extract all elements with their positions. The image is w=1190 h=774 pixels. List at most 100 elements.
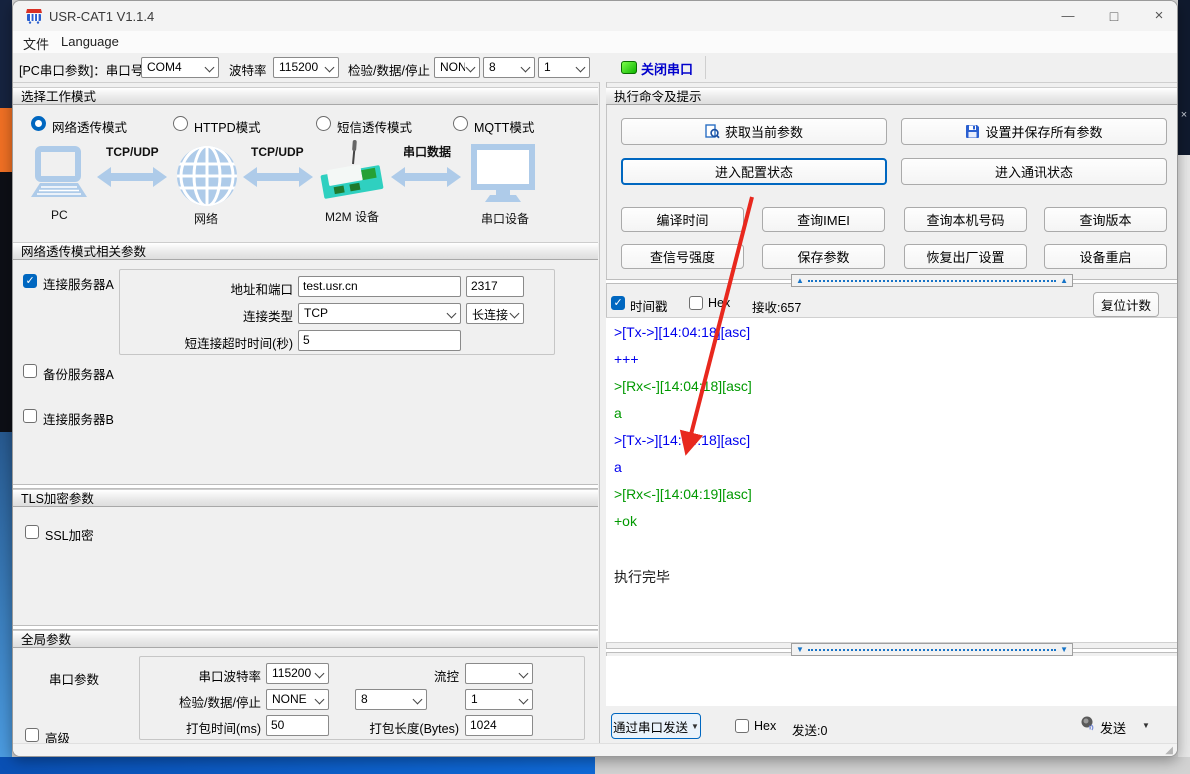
- radio-httpd[interactable]: [173, 116, 188, 131]
- radio-mqtt-label[interactable]: MQTT模式: [474, 117, 534, 136]
- collapse-up-icon[interactable]: ▲: [1060, 275, 1068, 286]
- collapse-down-icon[interactable]: ▼: [796, 644, 804, 655]
- databits-select[interactable]: 8: [483, 57, 535, 78]
- send-hex-label[interactable]: Hex: [754, 719, 776, 733]
- global-baud-label: 串口波特率: [163, 666, 261, 685]
- stopbits-select[interactable]: 1: [538, 57, 590, 78]
- port-input[interactable]: 2317: [466, 276, 524, 297]
- recv-count: 接收:657: [752, 297, 801, 316]
- radio-httpd-label[interactable]: HTTPD模式: [194, 117, 261, 136]
- global-parity-select[interactable]: NONE: [266, 689, 329, 710]
- reset-count-button[interactable]: 复位计数: [1093, 292, 1159, 317]
- server-b-label[interactable]: 连接服务器B: [43, 409, 114, 428]
- collapse-up-icon[interactable]: ▲: [796, 275, 804, 286]
- send-horn-icon: [1080, 715, 1096, 731]
- device-reboot-button[interactable]: 设备重启: [1044, 244, 1167, 269]
- log-hex-checkbox[interactable]: [689, 296, 703, 310]
- flow-label: 流控: [379, 666, 459, 685]
- com-port-select[interactable]: COM4: [141, 57, 219, 78]
- log-line: >[Tx->][14:04:18][asc]: [614, 324, 750, 340]
- radio-net-transparent-label[interactable]: 网络透传模式: [52, 117, 127, 136]
- addr-input[interactable]: test.usr.cn: [298, 276, 461, 297]
- enter-config-button[interactable]: 进入配置状态: [621, 158, 887, 185]
- query-version-button[interactable]: 查询版本: [1044, 207, 1167, 232]
- log-hex-label[interactable]: Hex: [708, 296, 730, 310]
- resize-grip[interactable]: ◢: [1165, 745, 1173, 756]
- pack-time-input[interactable]: 50: [266, 715, 329, 736]
- backup-a-checkbox[interactable]: [23, 364, 37, 378]
- pc-serial-label: [PC串口参数]：串口号: [19, 60, 143, 79]
- log-splitter-handle[interactable]: ▲ ▲: [791, 274, 1073, 287]
- backup-a-label[interactable]: 备份服务器A: [43, 364, 114, 383]
- send-button[interactable]: 发送: [1100, 718, 1126, 737]
- close-serial-button[interactable]: 关闭串口: [641, 59, 693, 78]
- send-bar: 通过串口发送 ▼ Hex 发送:0 发送 ▼: [606, 706, 1178, 743]
- advanced-checkbox[interactable]: [25, 728, 39, 742]
- parity-select[interactable]: NONI: [434, 57, 480, 78]
- timestamp-label[interactable]: 时间戳: [630, 296, 668, 315]
- chevron-down-icon: [519, 669, 529, 679]
- global-baud-select[interactable]: 115200: [266, 663, 329, 684]
- dropdown-arrow-icon: ▼: [691, 722, 699, 731]
- timestamp-checkbox[interactable]: [611, 296, 625, 310]
- send-hex-checkbox[interactable]: [735, 719, 749, 733]
- chevron-down-icon: [325, 63, 335, 73]
- conn-mode-select[interactable]: 长连接: [466, 303, 524, 324]
- ssl-checkbox[interactable]: [25, 525, 39, 539]
- collapse-down-icon[interactable]: ▼: [1060, 644, 1068, 655]
- serial-group-label: 串口参数: [49, 669, 99, 688]
- pack-len-input[interactable]: 1024: [465, 715, 533, 736]
- timeout-input[interactable]: 5: [298, 330, 461, 351]
- query-signal-button[interactable]: 查信号强度: [621, 244, 744, 269]
- set-save-params-button[interactable]: 设置并保存所有参数: [901, 118, 1167, 145]
- send-dropdown-arrow-icon[interactable]: ▼: [1142, 721, 1150, 730]
- factory-reset-button[interactable]: 恢复出厂设置: [904, 244, 1027, 269]
- baud-select[interactable]: 115200: [273, 57, 339, 78]
- ssl-label[interactable]: SSL加密: [45, 525, 94, 544]
- log-line: +++: [614, 351, 639, 367]
- diagram-node-pc-label: PC: [51, 208, 68, 222]
- radio-sms-transparent-label[interactable]: 短信透传模式: [337, 117, 412, 136]
- server-b-checkbox[interactable]: [23, 409, 37, 423]
- m2m-device-icon: [319, 140, 385, 202]
- global-params-header: 全局参数: [13, 630, 598, 648]
- radio-sms-transparent[interactable]: [316, 116, 331, 131]
- server-a-checkbox[interactable]: [23, 274, 37, 288]
- conn-type-label: 连接类型: [143, 306, 293, 325]
- flow-select[interactable]: [465, 663, 533, 684]
- log-line: >[Rx<-][14:04:19][asc]: [614, 486, 752, 502]
- radio-mqtt[interactable]: [453, 116, 468, 131]
- compile-time-button[interactable]: 编译时间: [621, 207, 744, 232]
- addr-label: 地址和端口: [143, 279, 293, 298]
- chevron-down-icon: [466, 63, 476, 73]
- query-number-button[interactable]: 查询本机号码: [904, 207, 1027, 232]
- chevron-down-icon: [315, 695, 325, 705]
- enter-comm-button[interactable]: 进入通讯状态: [901, 158, 1167, 185]
- minimize-button[interactable]: —: [1046, 1, 1090, 31]
- log-area[interactable]: >[Tx->][14:04:18][asc] +++ >[Rx<-][14:04…: [606, 317, 1178, 643]
- chevron-down-icon: [447, 309, 457, 319]
- global-databits-select[interactable]: 8: [355, 689, 427, 710]
- log-line: >[Tx->][14:04:18][asc]: [614, 432, 750, 448]
- send-via-serial-button[interactable]: 通过串口发送 ▼: [611, 713, 701, 739]
- menu-file[interactable]: 文件: [23, 34, 49, 53]
- query-imei-button[interactable]: 查询IMEI: [762, 207, 885, 232]
- server-a-label[interactable]: 连接服务器A: [43, 274, 114, 293]
- close-button[interactable]: ×: [1137, 1, 1178, 31]
- menu-language[interactable]: Language: [61, 34, 119, 49]
- save-params-button[interactable]: 保存参数: [762, 244, 885, 269]
- log-line: 执行完毕: [614, 567, 670, 587]
- conn-type-select[interactable]: TCP: [298, 303, 461, 324]
- radio-net-transparent[interactable]: [31, 116, 46, 131]
- send-textarea[interactable]: [606, 656, 1178, 706]
- diagram-link1-label: TCP/UDP: [106, 145, 159, 159]
- double-arrow-icon: [243, 166, 313, 188]
- maximize-button[interactable]: □: [1092, 1, 1136, 31]
- log-line: +ok: [614, 513, 637, 529]
- pack-len-label: 打包长度(Bytes): [359, 718, 459, 737]
- get-params-button[interactable]: 获取当前参数: [621, 118, 887, 145]
- diagram-node-m2m-label: M2M 设备: [325, 208, 379, 225]
- global-stopbits-select[interactable]: 1: [465, 689, 533, 710]
- send-splitter-handle[interactable]: ▼ ▼: [791, 643, 1073, 656]
- sent-count: 发送:0: [792, 720, 827, 739]
